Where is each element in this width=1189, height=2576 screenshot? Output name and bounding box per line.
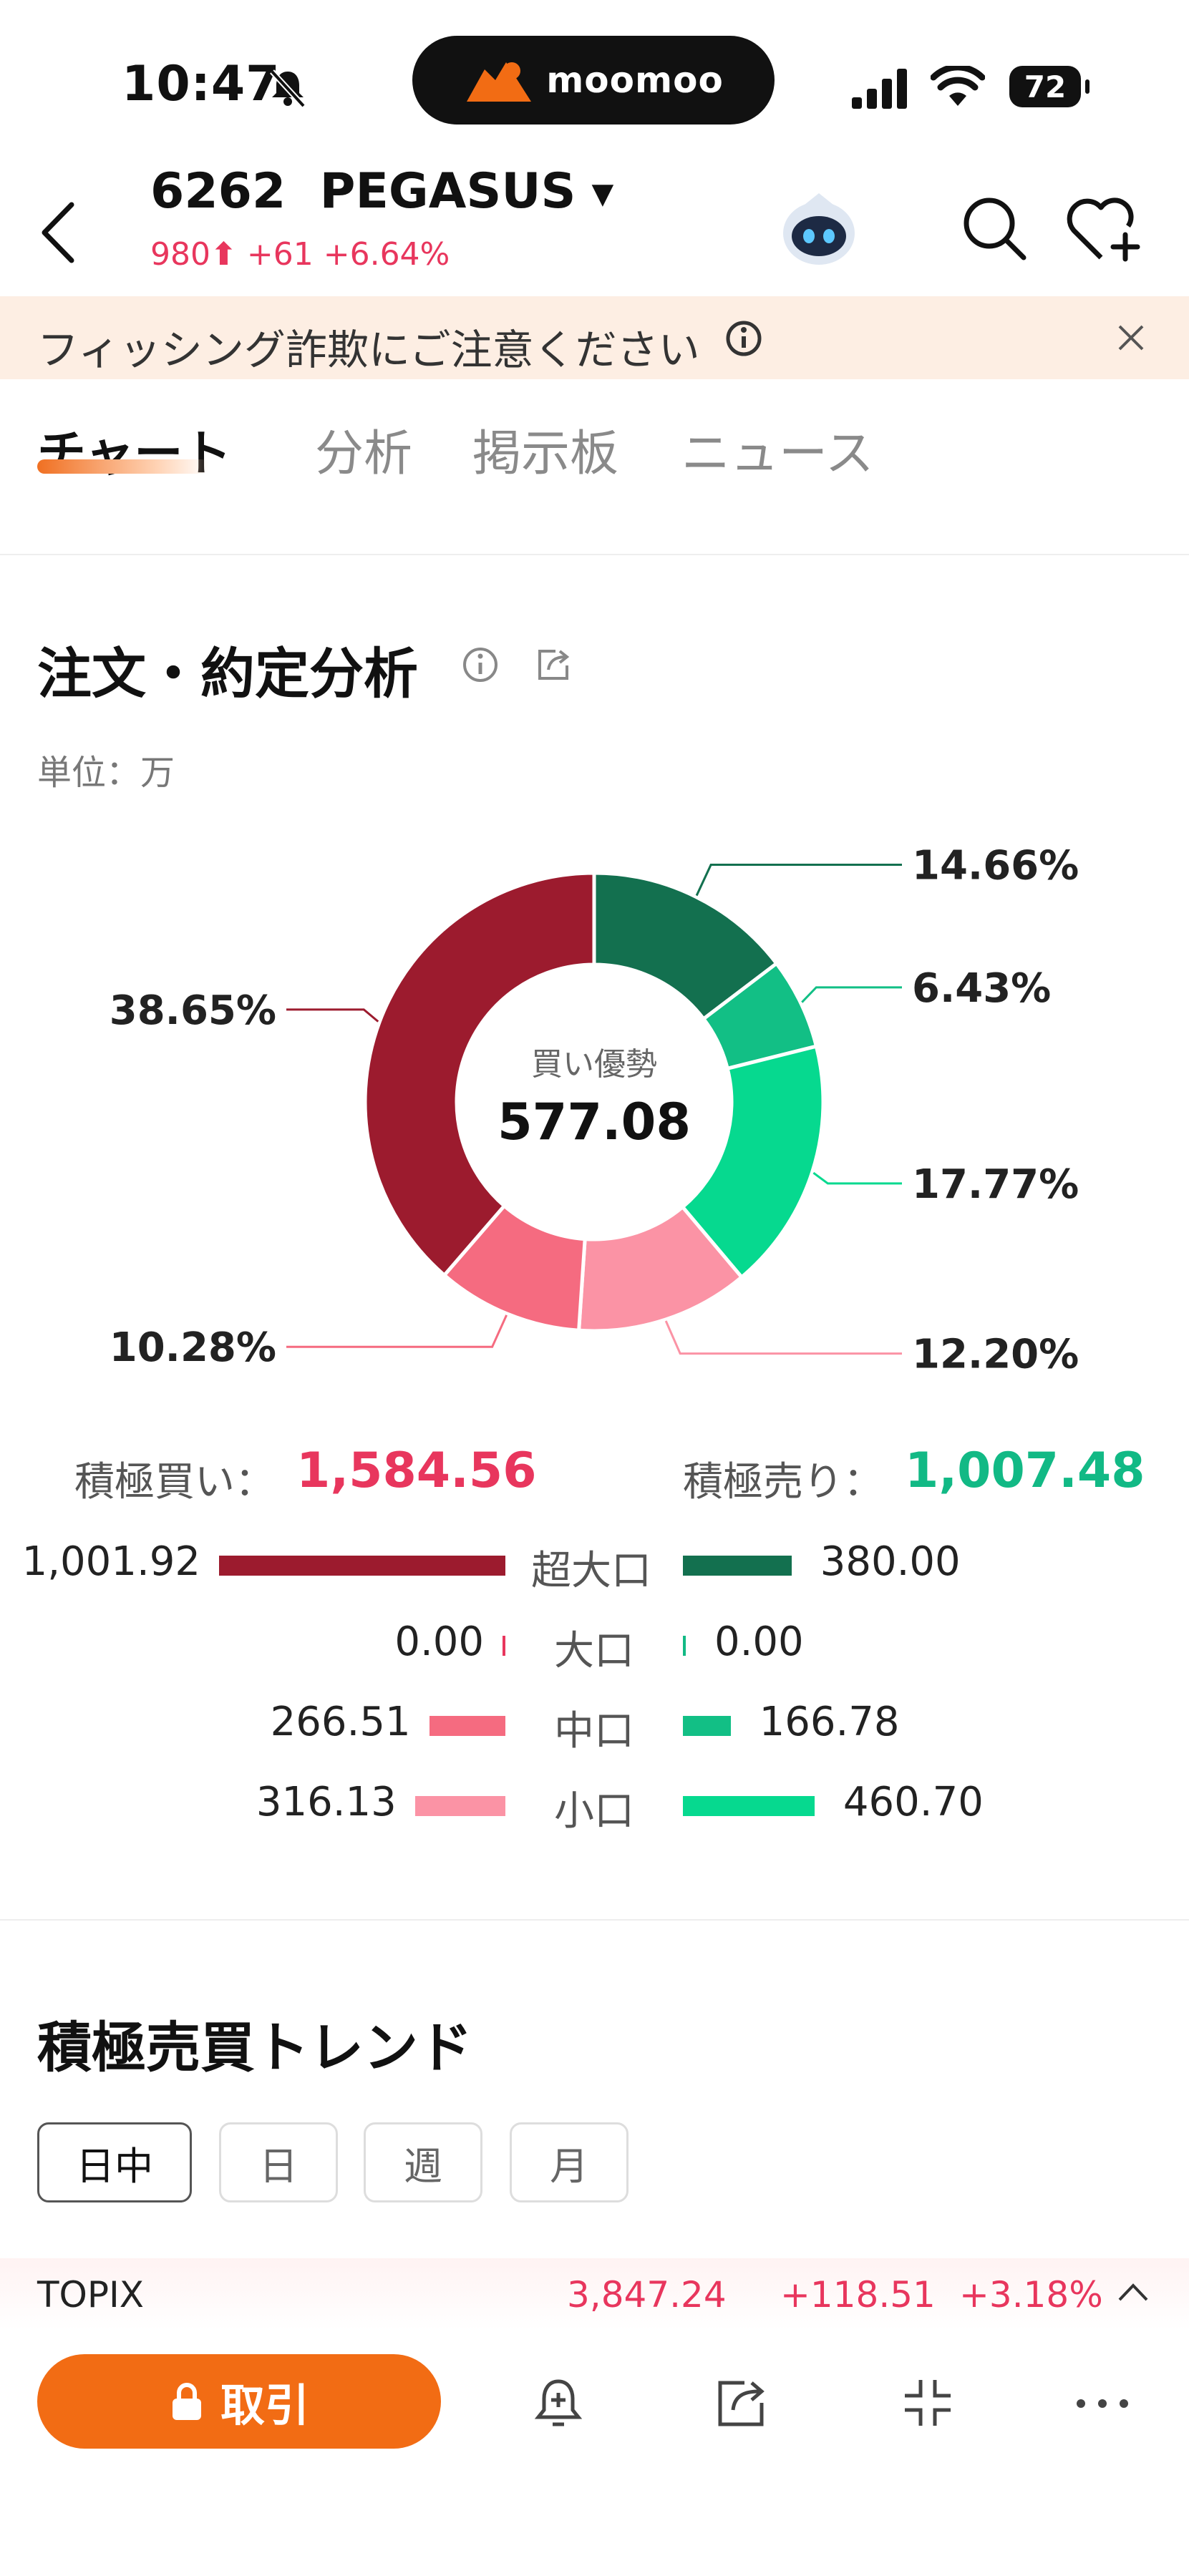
order-analysis-donut-chart: 14.66% 6.43% 17.77% 12.20% 10.28% 38.65% 買い優勢… (110, 843, 1079, 1378)
buy-amount: 316.13 (256, 1779, 397, 1825)
tab-board[interactable]: 掲示板 (472, 414, 618, 484)
active-sell-label: 積極売り： (683, 1459, 883, 1506)
moomoo-logo-icon (467, 62, 532, 102)
current-price: 980 (150, 236, 210, 273)
donut-center-label: 買い優勢 (531, 1046, 657, 1083)
sell-amount: 0.00 (714, 1619, 804, 1665)
trade-button-label: 取引 (220, 2379, 309, 2431)
up-arrow-icon: ⬆ (210, 236, 237, 273)
sell-bar (683, 1636, 686, 1656)
sell-bar (683, 1796, 815, 1816)
active-buy-label: 積極買い： (74, 1459, 275, 1506)
buy-bar (219, 1556, 505, 1576)
price-line: 980⬆ +61 +6.64% (150, 236, 450, 273)
donut-slice-label: 14.66% (912, 843, 1079, 889)
donut-slice-label: 17.77% (912, 1161, 1079, 1208)
battery-indicator: 72 (1009, 66, 1089, 107)
active-sell-value: 1,007.48 (905, 1443, 1145, 1499)
buy-amount: 0.00 (394, 1619, 484, 1665)
size-category: 中口 (554, 1708, 634, 1755)
segment-intraday[interactable]: 日中 (37, 2122, 192, 2202)
donut-leader-line (812, 1171, 902, 1185)
back-arrow-icon[interactable] (39, 200, 79, 265)
add-watchlist-icon[interactable] (1067, 195, 1144, 263)
donut-leader-line (801, 986, 902, 1003)
buy-bar (429, 1716, 505, 1736)
dropdown-caret-icon: ▼ (591, 177, 614, 211)
banner-text: フィッシング詐欺にご注意ください (37, 326, 700, 374)
robot-assistant-icon[interactable] (777, 187, 860, 270)
buy-bar (503, 1636, 505, 1656)
segment-month[interactable]: 月 (510, 2122, 629, 2202)
analysis-info-icon[interactable] (461, 645, 500, 684)
trade-button[interactable]: 取引 (37, 2354, 441, 2449)
topix-pct: +3.18% (959, 2274, 1103, 2316)
active-buy-value: 1,584.56 (296, 1443, 537, 1499)
donut-slice-label: 10.28% (110, 1324, 276, 1371)
more-icon[interactable] (1074, 2386, 1131, 2421)
stock-code: 6262 (150, 163, 286, 220)
close-icon[interactable] (1117, 323, 1145, 352)
topix-name: TOPIX (37, 2274, 145, 2316)
stock-name: PEGASUS (319, 163, 576, 220)
donut-slice-label: 6.43% (912, 965, 1051, 1012)
divider (0, 554, 1189, 555)
donut-leader-line (286, 1008, 379, 1023)
buy-bar (414, 1796, 505, 1816)
buy-amount: 266.51 (270, 1699, 411, 1745)
share-icon[interactable] (534, 645, 573, 684)
size-category: 超大口 (531, 1548, 651, 1594)
sell-bar (683, 1716, 731, 1736)
active-tab-underline (37, 459, 209, 474)
price-change: +61 (246, 236, 314, 273)
trend-title: 積極売買トレンド (37, 2016, 472, 2079)
wifi-icon (931, 66, 985, 106)
dynamic-island: moomoo (412, 36, 775, 125)
donut-leader-line (664, 1320, 902, 1355)
tab-analysis[interactable]: 分析 (315, 414, 412, 484)
analysis-title: 注文・約定分析 (37, 642, 418, 706)
stock-title[interactable]: 6262 PEGASUS ▼ (150, 163, 613, 220)
price-change-pct: +6.64% (323, 236, 450, 273)
topix-ticker-bar[interactable]: TOPIX 3,847.24 +118.51 +3.18% (0, 2258, 1189, 2330)
unit-label: 単位：万 (37, 753, 175, 793)
info-icon[interactable] (724, 319, 763, 358)
brand-name: moomoo (546, 59, 724, 101)
status-time: 10:47 (122, 56, 281, 112)
tab-chart[interactable]: チャート (37, 414, 231, 484)
donut-slice-label: 38.65% (110, 987, 276, 1034)
topix-change: +118.51 (780, 2274, 936, 2316)
silent-bell-icon (270, 69, 306, 108)
sell-amount: 166.78 (759, 1699, 900, 1745)
size-category: 大口 (554, 1628, 634, 1674)
donut-leader-line (286, 1314, 508, 1348)
sell-amount: 380.00 (820, 1538, 961, 1585)
donut-leader-line (695, 864, 902, 897)
size-category: 小口 (554, 1788, 634, 1835)
phishing-warning-banner: フィッシング詐欺にご注意ください (0, 296, 1189, 379)
buy-amount: 1,001.92 (21, 1538, 200, 1585)
tab-news[interactable]: ニュース (681, 414, 874, 484)
donut-center-value: 577.08 (498, 1093, 691, 1151)
divider (0, 1919, 1189, 1921)
collapse-icon[interactable] (899, 2374, 956, 2431)
segment-week[interactable]: 週 (364, 2122, 482, 2202)
segment-day[interactable]: 日 (219, 2122, 338, 2202)
sell-amount: 460.70 (843, 1779, 984, 1825)
add-alert-icon[interactable] (530, 2374, 587, 2431)
share-out-icon[interactable] (713, 2374, 770, 2431)
sell-bar (683, 1556, 792, 1576)
donut-slice-label: 12.20% (912, 1332, 1079, 1378)
topix-value: 3,847.24 (567, 2274, 727, 2316)
search-icon[interactable] (961, 195, 1028, 262)
cellular-signal-icon (852, 69, 907, 109)
lock-icon (172, 2383, 201, 2420)
chevron-up-icon[interactable] (1117, 2280, 1150, 2304)
